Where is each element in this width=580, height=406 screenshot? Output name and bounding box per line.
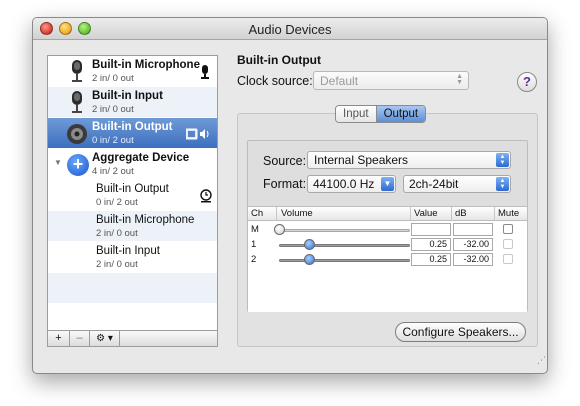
table-row: M (248, 222, 527, 237)
db-field[interactable]: -32.00 (453, 253, 493, 266)
channel-label: 2 (251, 254, 257, 265)
device-name: Built-in Input (92, 90, 163, 102)
clock-source-select[interactable]: Default ▲ ▼ (313, 71, 469, 90)
microphone-icon (72, 60, 82, 82)
microphone-icon (72, 91, 82, 113)
detail-title: Built-in Output (237, 53, 321, 67)
subdevice-row-builtin-output[interactable]: Built-in Output 0 in/ 2 out (48, 180, 217, 211)
device-list[interactable]: Built-in Microphone 2 in/ 0 out Built-in… (47, 55, 218, 331)
db-field[interactable]: -32.00 (453, 238, 493, 251)
empty-row (48, 273, 217, 304)
resize-grip-icon[interactable]: ⋰ (537, 355, 546, 366)
device-name: Built-in Microphone (92, 59, 200, 71)
add-device-button[interactable]: + (48, 331, 70, 346)
dropdown-arrow-icon: ▼ (381, 177, 394, 191)
aggregate-plus-icon: + (67, 154, 89, 176)
header-mute: Mute (498, 208, 520, 219)
remove-device-button[interactable]: – (70, 331, 90, 346)
gear-menu-button[interactable]: ⚙ ▾ (90, 331, 120, 346)
format-rate-value: 44100.0 Hz (313, 177, 375, 191)
disclosure-triangle-icon[interactable]: ▼ (54, 158, 62, 167)
configure-speakers-button[interactable]: Configure Speakers... (395, 322, 526, 342)
clock-source-value: Default (320, 74, 359, 88)
clock-icon (200, 189, 212, 203)
clock-source-label: Clock source: (237, 74, 313, 88)
source-label: Source: (263, 154, 307, 168)
volume-slider-track[interactable] (279, 244, 410, 247)
mute-checkbox[interactable] (503, 224, 513, 234)
device-name: Built-in Output (92, 121, 173, 133)
volume-table-header: Ch Volume Value dB Mute (248, 207, 527, 221)
mic-input-icon (201, 65, 209, 79)
format-rate-select[interactable]: 44100.0 Hz ▼ (307, 175, 396, 193)
device-list-toolbar: + – ⚙ ▾ (47, 331, 218, 347)
volume-slider-knob[interactable] (304, 254, 315, 265)
popup-arrows-icon: ▲ ▼ (496, 177, 509, 191)
mute-checkbox[interactable] (503, 254, 513, 264)
updown-arrows-icon: ▲ ▼ (456, 73, 463, 86)
db-field[interactable] (453, 223, 493, 236)
title-bar: Audio Devices (33, 18, 547, 40)
volume-slider-track[interactable] (279, 229, 410, 232)
window-title: Audio Devices (248, 22, 332, 37)
popup-arrows-icon: ▲ ▼ (496, 153, 509, 167)
tab-output[interactable]: Output (376, 106, 426, 122)
source-select[interactable]: Internal Speakers ▲ ▼ (307, 151, 511, 169)
device-row-builtin-input[interactable]: Built-in Input 2 in/ 0 out (48, 87, 217, 118)
speaker-icon (67, 124, 87, 144)
device-io: 4 in/ 2 out (92, 166, 134, 177)
mute-checkbox[interactable] (503, 239, 513, 249)
channel-label: 1 (251, 239, 257, 250)
header-db: dB (455, 208, 467, 219)
value-field[interactable]: 0.25 (411, 238, 451, 251)
device-io: 2 in/ 0 out (92, 73, 134, 84)
device-name: Aggregate Device (92, 152, 190, 164)
table-row: 1 0.25 -32.00 (248, 237, 527, 252)
subdevice-row-builtin-microphone[interactable]: Built-in Microphone 2 in/ 0 out (48, 211, 217, 242)
header-value: Value (414, 208, 438, 219)
input-output-tabs: Input Output (335, 105, 427, 123)
subdevice-io: 0 in/ 2 out (96, 197, 138, 208)
header-volume: Volume (281, 208, 313, 219)
device-io: 0 in/ 2 out (92, 135, 134, 146)
value-field[interactable] (411, 223, 451, 236)
format-bits-value: 2ch-24bit (409, 177, 459, 191)
help-button[interactable]: ? (517, 72, 537, 92)
format-label: Format: (263, 177, 307, 191)
source-value: Internal Speakers (314, 153, 409, 167)
table-row: 2 0.25 -32.00 (248, 252, 527, 267)
subdevice-io: 2 in/ 0 out (96, 259, 138, 270)
value-field[interactable]: 0.25 (411, 253, 451, 266)
volume-slider-knob[interactable] (304, 239, 315, 250)
subdevice-io: 2 in/ 0 out (96, 228, 138, 239)
volume-slider-track[interactable] (279, 259, 410, 262)
subdevice-name: Built-in Microphone (96, 214, 195, 226)
device-row-builtin-output[interactable]: Built-in Output 0 in/ 2 out (48, 118, 217, 149)
tab-input[interactable]: Input (336, 106, 377, 122)
volume-slider-knob[interactable] (274, 224, 285, 235)
subdevice-row-builtin-input[interactable]: Built-in Input 2 in/ 0 out (48, 242, 217, 273)
header-ch: Ch (251, 208, 264, 219)
format-bits-select[interactable]: 2ch-24bit ▲ ▼ (403, 175, 511, 193)
channel-label: M (251, 224, 259, 235)
device-row-builtin-microphone[interactable]: Built-in Microphone 2 in/ 0 out (48, 56, 217, 87)
subdevice-name: Built-in Output (96, 183, 169, 195)
device-io: 2 in/ 0 out (92, 104, 134, 115)
volume-table: Ch Volume Value dB Mute M 1 0.25 -32.00 … (248, 206, 527, 312)
device-row-aggregate-device[interactable]: ▼ + Aggregate Device 4 in/ 2 out (48, 149, 217, 180)
subdevice-name: Built-in Input (96, 245, 160, 257)
finder-speaker-icon (186, 128, 209, 140)
